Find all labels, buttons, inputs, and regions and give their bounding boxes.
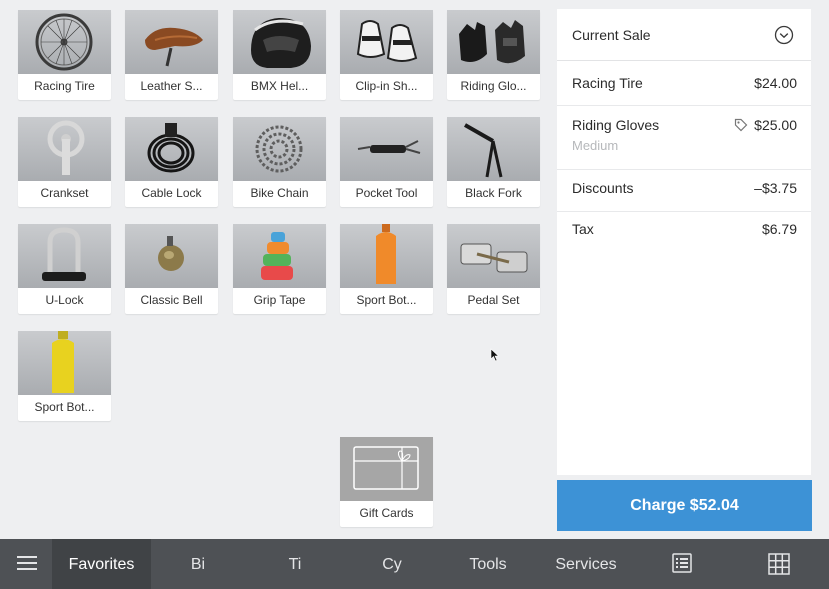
product-label: Classic Bell (140, 293, 203, 307)
product-tile-bike-chain[interactable]: Bike Chain (233, 117, 326, 207)
sale-header: Current Sale (557, 9, 811, 61)
line-item-price: $25.00 (754, 117, 797, 133)
product-label: Pocket Tool (355, 186, 418, 200)
product-tile-pedal-set[interactable]: Pedal Set (447, 224, 540, 314)
wheel-icon (18, 10, 111, 74)
tax-label: Tax (572, 221, 594, 237)
bell-icon (125, 224, 218, 288)
cable-lock-icon (125, 117, 218, 181)
product-label: Black Fork (465, 186, 522, 200)
product-tile-grip-tape[interactable]: Grip Tape (233, 224, 326, 314)
product-label: Sport Bot... (356, 293, 417, 307)
line-item-price: $24.00 (754, 75, 797, 91)
sale-line-item[interactable]: Riding Gloves $25.00 Medium (557, 106, 811, 170)
gloves-icon (447, 10, 540, 74)
product-grid: Racing Tire Leather S... BMX Hel... Clip… (0, 0, 552, 538)
orange-bottle-icon (340, 224, 433, 288)
line-item-name: Riding Gloves (572, 117, 660, 133)
discounts-label: Discounts (572, 180, 634, 196)
product-tile-u-lock[interactable]: U-Lock (18, 224, 111, 314)
tab-ti[interactable]: Ti (265, 539, 325, 589)
product-tile-leather-saddle[interactable]: Leather S... (125, 10, 218, 100)
product-label: Grip Tape (253, 293, 306, 307)
product-label: Bike Chain (250, 186, 309, 200)
product-tile-black-fork[interactable]: Black Fork (447, 117, 540, 207)
product-label: Crankset (40, 186, 89, 200)
shoes-icon (340, 10, 433, 74)
product-label: Clip-in Sh... (355, 79, 418, 93)
gift-cards-tile[interactable]: Gift Cards (340, 437, 433, 527)
sale-line-item[interactable]: Racing Tire $24.00 (557, 62, 811, 106)
product-label: Leather S... (140, 79, 203, 93)
product-tile-bmx-helmet[interactable]: BMX Hel... (233, 10, 326, 100)
mouse-cursor-icon (490, 348, 500, 362)
tab-cy[interactable]: Cy (362, 539, 422, 589)
product-label: Pedal Set (467, 293, 520, 307)
tab-bi[interactable]: Bi (168, 539, 228, 589)
current-sale-panel: Current Sale Racing Tire $24.00 Riding G… (557, 9, 811, 475)
product-tile-pocket-tool[interactable]: Pocket Tool (340, 117, 433, 207)
discounts-row[interactable]: Discounts –$3.75 (557, 170, 811, 212)
product-tile-classic-bell[interactable]: Classic Bell (125, 224, 218, 314)
product-tile-sport-bottle-yellow[interactable]: Sport Bot... (18, 331, 111, 421)
chevron-down-icon (774, 25, 794, 45)
line-item-name: Racing Tire (572, 75, 643, 91)
pedal-icon (447, 224, 540, 288)
line-item-variant: Medium (572, 138, 619, 153)
product-label: BMX Hel... (250, 79, 309, 93)
bottom-nav-bar: Favorites Bi Ti Cy Tools Services (0, 539, 829, 589)
helmet-icon (233, 10, 326, 74)
grip-tape-icon (233, 224, 326, 288)
charge-button[interactable]: Charge $52.04 (557, 480, 812, 531)
product-tile-crankset[interactable]: Crankset (18, 117, 111, 207)
tab-services[interactable]: Services (545, 539, 627, 589)
u-lock-icon (18, 224, 111, 288)
grid-view-icon[interactable] (768, 553, 790, 580)
product-label: Riding Glo... (460, 79, 527, 93)
product-label: U-Lock (45, 293, 84, 307)
hamburger-menu-icon[interactable] (17, 555, 37, 576)
tab-favorites[interactable]: Favorites (52, 539, 151, 589)
tax-amount: $6.79 (761, 221, 797, 237)
product-label: Racing Tire (34, 79, 95, 93)
list-view-icon[interactable] (672, 553, 692, 578)
tab-tools[interactable]: Tools (453, 539, 523, 589)
gift-cards-label: Gift Cards (359, 506, 414, 520)
pocket-tool-icon (340, 117, 433, 181)
sale-title: Current Sale (572, 27, 651, 43)
chain-icon (233, 117, 326, 181)
tax-row: Tax $6.79 (557, 212, 811, 252)
saddle-icon (125, 10, 218, 74)
product-tile-sport-bottle-orange[interactable]: Sport Bot... (340, 224, 433, 314)
sale-options-button[interactable] (774, 25, 794, 45)
crankset-icon (18, 117, 111, 181)
discounts-amount: –$3.75 (754, 180, 797, 196)
fork-icon (447, 117, 540, 181)
product-tile-cable-lock[interactable]: Cable Lock (125, 117, 218, 207)
yellow-bottle-icon (18, 331, 111, 395)
product-label: Cable Lock (141, 186, 202, 200)
product-tile-clip-in-shoes[interactable]: Clip-in Sh... (340, 10, 433, 100)
product-tile-riding-gloves[interactable]: Riding Glo... (447, 10, 540, 100)
product-tile-racing-tire[interactable]: Racing Tire (18, 10, 111, 100)
gift-card-icon (340, 437, 433, 501)
discount-tag-icon (734, 118, 748, 132)
product-label: Sport Bot... (34, 400, 95, 414)
